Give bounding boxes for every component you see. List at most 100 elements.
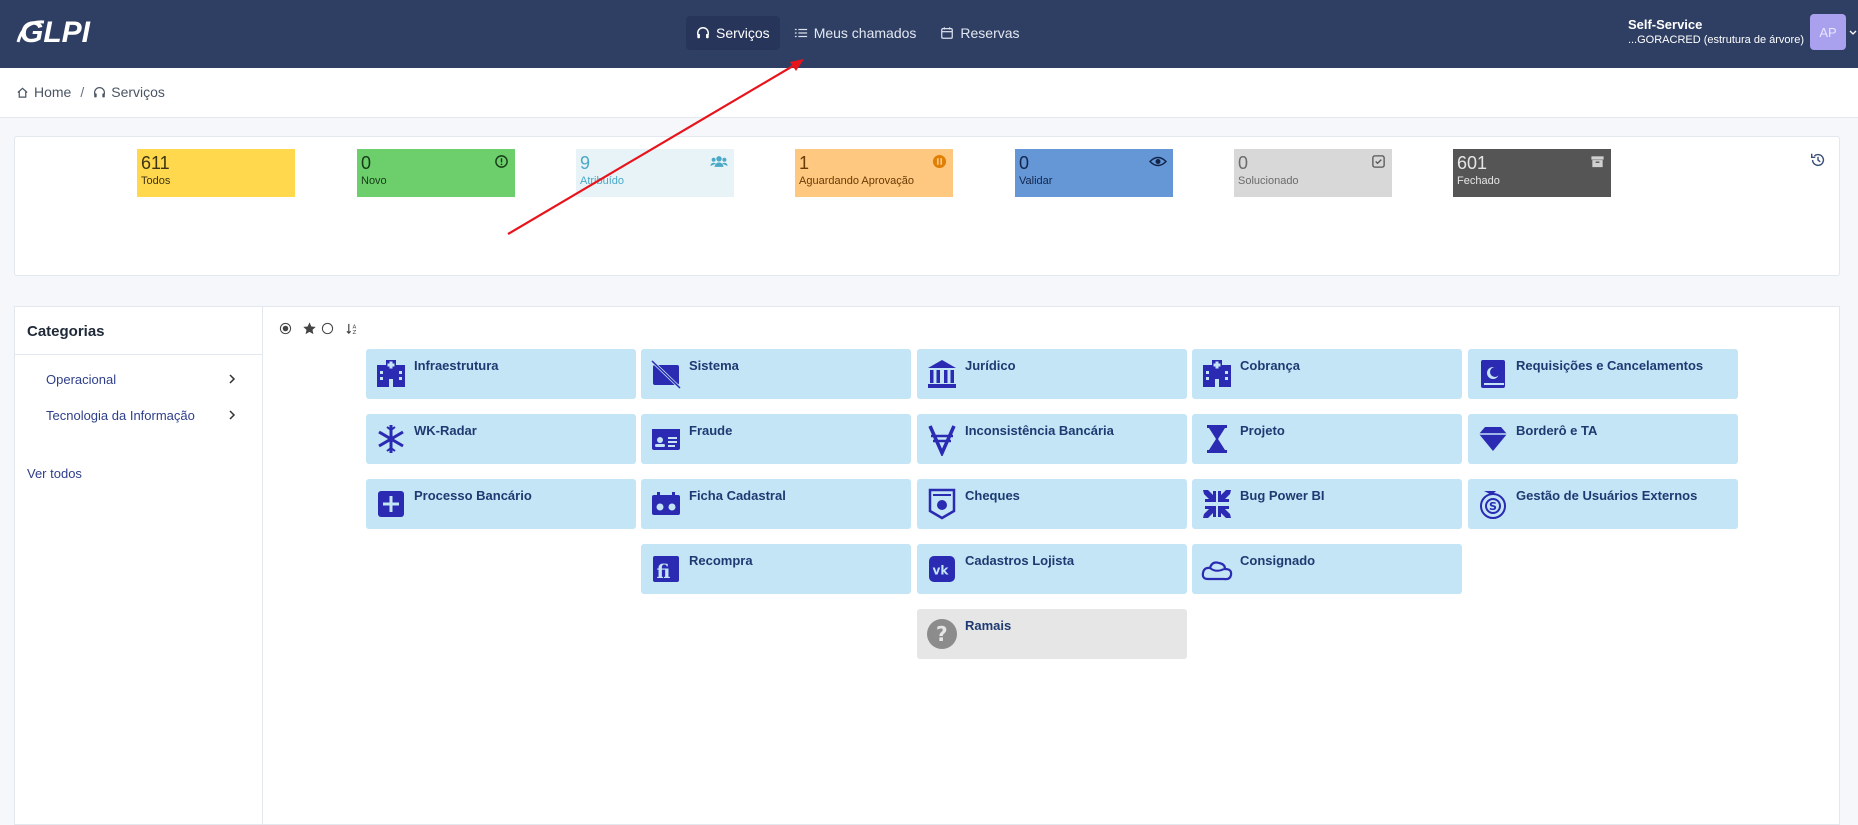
svg-text:fi: fi bbox=[657, 561, 671, 583]
ticket-status-panel: 611 Todos 0 Novo 9 Atribuído 1 Aguardand… bbox=[14, 136, 1840, 276]
tile-count: 0 bbox=[361, 153, 372, 173]
vk-icon: vk bbox=[929, 556, 955, 582]
quran-book-icon bbox=[1481, 360, 1505, 388]
radio-icon[interactable] bbox=[321, 322, 334, 335]
pause-circle-icon bbox=[932, 154, 947, 169]
category-card-inconsistencia-bancaria[interactable]: Inconsistência Bancária bbox=[917, 414, 1187, 464]
category-card-juridico[interactable]: Jurídico bbox=[917, 349, 1187, 399]
category-label: Gestão de Usuários Externos bbox=[1516, 488, 1698, 503]
history-icon[interactable] bbox=[1809, 151, 1827, 169]
user-entity: ...GORACRED (estrutura de árvore) bbox=[1627, 34, 1804, 46]
star-icon[interactable] bbox=[302, 321, 317, 336]
sidebar-title: Categorias bbox=[15, 307, 262, 355]
category-card-wk-radar[interactable]: WK-Radar bbox=[366, 414, 636, 464]
category-card-cobranca[interactable]: Cobrança bbox=[1192, 349, 1462, 399]
category-label: Recompra bbox=[689, 553, 753, 568]
check-square-icon bbox=[1372, 155, 1385, 168]
svg-text:GLPI: GLPI bbox=[20, 16, 91, 49]
tile-count: 0 bbox=[1238, 153, 1249, 173]
chevron-right-icon bbox=[229, 410, 236, 420]
sidebar-item-tecnologia[interactable]: Tecnologia da Informação bbox=[15, 397, 262, 433]
category-label: Ramais bbox=[965, 618, 1012, 633]
tile-count: 611 bbox=[141, 153, 170, 173]
svg-text:S: S bbox=[1489, 500, 1497, 513]
category-label: Infraestrutura bbox=[414, 358, 499, 373]
category-label: Cobrança bbox=[1240, 358, 1300, 373]
stripe-s-icon: S bbox=[1480, 491, 1506, 519]
category-card-bordero-e-ta[interactable]: Borderô e TA bbox=[1468, 414, 1738, 464]
hourglass-icon bbox=[1207, 425, 1227, 453]
tile-label: Todos bbox=[141, 175, 171, 187]
eye-icon bbox=[1149, 156, 1167, 167]
category-label: Sistema bbox=[689, 358, 739, 373]
category-label: Processo Bancário bbox=[414, 488, 532, 503]
nav-reservas[interactable]: Reservas bbox=[930, 16, 1029, 50]
tile-solucionado[interactable]: 0 Solucionado bbox=[1234, 149, 1392, 197]
chevron-down-icon[interactable] bbox=[1848, 28, 1858, 38]
category-card-consignado[interactable]: Consignado bbox=[1192, 544, 1462, 594]
tile-fechado[interactable]: 601 Fechado bbox=[1453, 149, 1611, 197]
category-card-projeto[interactable]: Projeto bbox=[1192, 414, 1462, 464]
see-all-link[interactable]: Ver todos bbox=[15, 455, 262, 491]
cloud-outline-icon bbox=[1201, 561, 1233, 581]
headset-icon bbox=[697, 27, 709, 39]
nav-meus-chamados[interactable]: Meus chamados bbox=[784, 16, 927, 50]
tile-label: Aguardando Aprovação bbox=[799, 175, 914, 187]
category-label: Cadastros Lojista bbox=[965, 553, 1075, 568]
tile-count: 0 bbox=[1019, 153, 1030, 173]
category-card-requisicoes-e-cancelamentos[interactable]: Requisições e Cancelamentos bbox=[1468, 349, 1738, 399]
category-label: Ficha Cadastral bbox=[689, 488, 786, 503]
category-card-cadastros-lojista[interactable]: vk Cadastros Lojista bbox=[917, 544, 1187, 594]
snowflake-icon bbox=[378, 425, 404, 453]
category-card-sistema[interactable]: Sistema bbox=[641, 349, 911, 399]
category-card-recompra[interactable]: fi Recompra bbox=[641, 544, 911, 594]
category-card-ramais[interactable]: ? Ramais bbox=[917, 609, 1187, 659]
question-circle-icon: ? bbox=[927, 619, 957, 649]
category-label: Fraude bbox=[689, 423, 733, 438]
categories-sidebar: Categorias Operacional Tecnologia da Inf… bbox=[14, 306, 262, 825]
tile-todos[interactable]: 611 Todos bbox=[137, 149, 295, 197]
tile-count: 1 bbox=[799, 153, 810, 173]
glpi-logo[interactable]: GLPI bbox=[14, 12, 114, 52]
id-card-icon bbox=[652, 429, 680, 450]
services-panel: AZ Infraestrutura Sistema Jurídico Cobrança… bbox=[262, 306, 1840, 825]
category-card-cheques[interactable]: Cheques bbox=[917, 479, 1187, 529]
bank-icon bbox=[928, 360, 956, 388]
category-card-gestao-de-usuarios-externos[interactable]: S Gestão de Usuários Externos bbox=[1468, 479, 1738, 529]
tile-novo[interactable]: 0 Novo bbox=[357, 149, 515, 197]
nav-servicos[interactable]: Serviços bbox=[686, 16, 780, 50]
category-label: Requisições e Cancelamentos bbox=[1516, 358, 1704, 373]
main-nav: Serviços Meus chamados Reservas bbox=[686, 16, 1030, 50]
avatar[interactable]: AP bbox=[1810, 14, 1846, 50]
breadcrumb-current[interactable]: Serviços bbox=[93, 84, 165, 100]
tile-label: Novo bbox=[361, 175, 387, 187]
category-label: Jurídico bbox=[965, 358, 1016, 373]
category-card-processo-bancario[interactable]: Processo Bancário bbox=[366, 479, 636, 529]
category-card-ficha-cadastral[interactable]: Ficha Cadastral bbox=[641, 479, 911, 529]
hospital-icon bbox=[1203, 360, 1231, 387]
cassette-icon bbox=[652, 492, 680, 515]
sidebar-item-label: Tecnologia da Informação bbox=[46, 407, 195, 423]
sidebar-item-operacional[interactable]: Operacional bbox=[15, 361, 262, 397]
tile-aguardando-aprovacao[interactable]: 1 Aguardando Aprovação bbox=[795, 149, 953, 197]
category-card-bug-power-bi[interactable]: Bug Power BI bbox=[1192, 479, 1462, 529]
nav-meus-chamados-label: Meus chamados bbox=[813, 25, 917, 41]
sort-icon[interactable]: AZ bbox=[346, 322, 359, 335]
tile-count: 9 bbox=[580, 153, 591, 173]
diamond-icon bbox=[1479, 427, 1507, 451]
tile-validar[interactable]: 0 Validar bbox=[1015, 149, 1173, 197]
headset-icon bbox=[94, 86, 106, 97]
view-filters: AZ bbox=[279, 321, 359, 336]
category-label: Bug Power BI bbox=[1240, 488, 1325, 503]
breadcrumb-home[interactable]: Home bbox=[16, 84, 71, 100]
user-menu[interactable]: Self-Service ...GORACRED (estrutura de á… bbox=[1628, 17, 1804, 46]
users-icon bbox=[710, 156, 728, 167]
category-card-fraude[interactable]: Fraude bbox=[641, 414, 911, 464]
money-badge-icon bbox=[928, 488, 956, 520]
category-card-infraestrutura[interactable]: Infraestrutura bbox=[366, 349, 636, 399]
svg-text:?: ? bbox=[936, 622, 948, 646]
radio-selected-icon[interactable] bbox=[279, 322, 292, 335]
tile-count: 601 bbox=[1457, 153, 1488, 173]
home-icon bbox=[17, 87, 28, 98]
tile-atribuido[interactable]: 9 Atribuído bbox=[576, 149, 734, 197]
